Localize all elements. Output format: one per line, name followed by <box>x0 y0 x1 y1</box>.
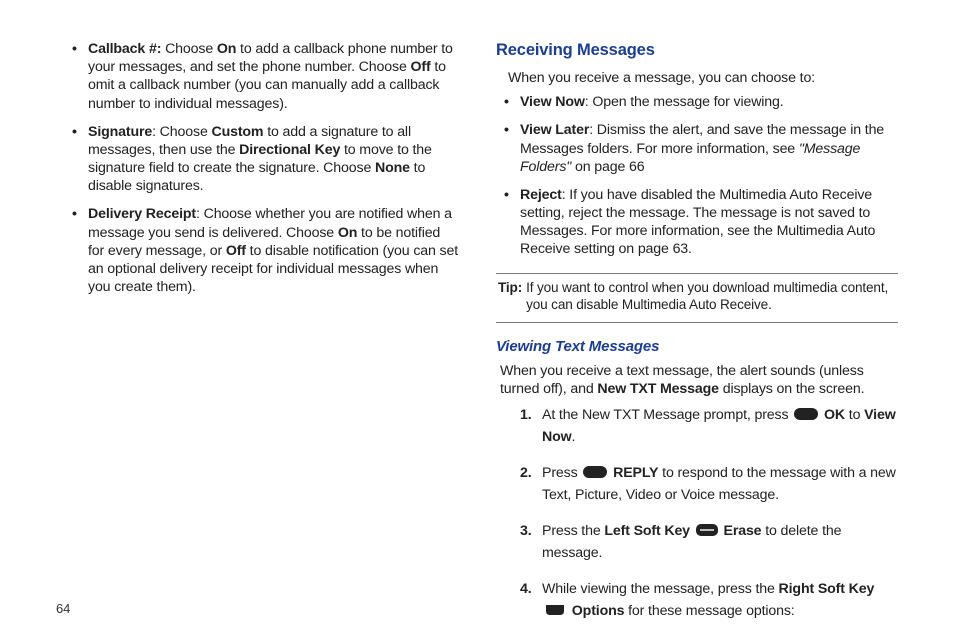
keyword: Left Soft Key <box>604 523 690 539</box>
step-item: 2. Press REPLY to respond to the message… <box>520 462 898 506</box>
text: : Open the message for viewing. <box>585 94 784 110</box>
keyword: Right Soft Key <box>779 581 875 597</box>
text: . <box>572 429 576 445</box>
page-content: Callback #: Choose On to add a callback … <box>0 0 954 636</box>
keyword: None <box>375 160 410 176</box>
subsection-heading: Viewing Text Messages <box>496 337 898 356</box>
option-label: View Now <box>520 94 585 110</box>
text: displays on the screen. <box>719 381 864 397</box>
ok-key-icon <box>794 408 818 420</box>
page-number: 64 <box>56 601 70 616</box>
ok-key-icon <box>583 466 607 478</box>
setting-label: Delivery Receipt <box>88 206 196 222</box>
setting-label: Callback #: <box>88 41 161 57</box>
right-soft-key-icon <box>544 603 566 617</box>
step-number: 1. <box>520 404 532 426</box>
text: While viewing the message, press the <box>542 581 779 597</box>
step-item: 1. At the New TXT Message prompt, press … <box>520 404 898 448</box>
keyword: Off <box>410 59 430 75</box>
list-item: View Later: Dismiss the alert, and save … <box>508 121 898 176</box>
intro-text: When you receive a message, you can choo… <box>508 69 898 87</box>
steps-list: 1. At the New TXT Message prompt, press … <box>496 404 898 622</box>
key-label: OK <box>824 407 845 423</box>
setting-label: Signature <box>88 124 152 140</box>
keyword: Directional Key <box>239 142 340 158</box>
list-item: View Now: Open the message for viewing. <box>508 93 898 111</box>
text: : If you have disabled the Multimedia Au… <box>520 187 875 258</box>
text: Press <box>542 465 581 481</box>
key-label: Options <box>572 603 625 619</box>
list-item: Signature: Choose Custom to add a signat… <box>76 123 458 196</box>
intro-text: When you receive a text message, the ale… <box>500 362 898 398</box>
tip-label: Tip: <box>498 280 526 314</box>
list-item: Reject: If you have disabled the Multime… <box>508 186 898 259</box>
left-column: Callback #: Choose On to add a callback … <box>56 40 458 636</box>
list-item: Delivery Receipt: Choose whether you are… <box>76 205 458 296</box>
text: Choose <box>165 41 217 57</box>
step-number: 3. <box>520 520 532 542</box>
keyword: New TXT Message <box>597 381 719 397</box>
receive-options-list: View Now: Open the message for viewing. … <box>496 93 898 258</box>
right-column: Receiving Messages When you receive a me… <box>496 40 898 636</box>
text: At the New TXT Message prompt, press <box>542 407 792 423</box>
key-label: Erase <box>724 523 762 539</box>
keyword: Off <box>226 243 246 259</box>
tip-body: If you want to control when you download… <box>526 280 896 314</box>
tip-box: Tip: If you want to control when you dow… <box>496 273 898 323</box>
text: on page 66 <box>571 159 644 175</box>
option-label: View Later <box>520 122 589 138</box>
keyword: Custom <box>211 124 263 140</box>
text: Press the <box>542 523 604 539</box>
key-label: REPLY <box>613 465 658 481</box>
text: : Choose <box>152 124 211 140</box>
text: for these message options: <box>624 603 794 619</box>
settings-list: Callback #: Choose On to add a callback … <box>56 40 458 296</box>
step-number: 2. <box>520 462 532 484</box>
step-item: 3. Press the Left Soft Key Erase to dele… <box>520 520 898 564</box>
step-item: 4. While viewing the message, press the … <box>520 578 898 622</box>
step-number: 4. <box>520 578 532 600</box>
left-soft-key-icon <box>696 524 718 536</box>
keyword: On <box>217 41 236 57</box>
text: to <box>845 407 864 423</box>
section-heading: Receiving Messages <box>496 40 898 61</box>
keyword: On <box>338 225 357 241</box>
option-label: Reject <box>520 187 562 203</box>
list-item: Callback #: Choose On to add a callback … <box>76 40 458 113</box>
